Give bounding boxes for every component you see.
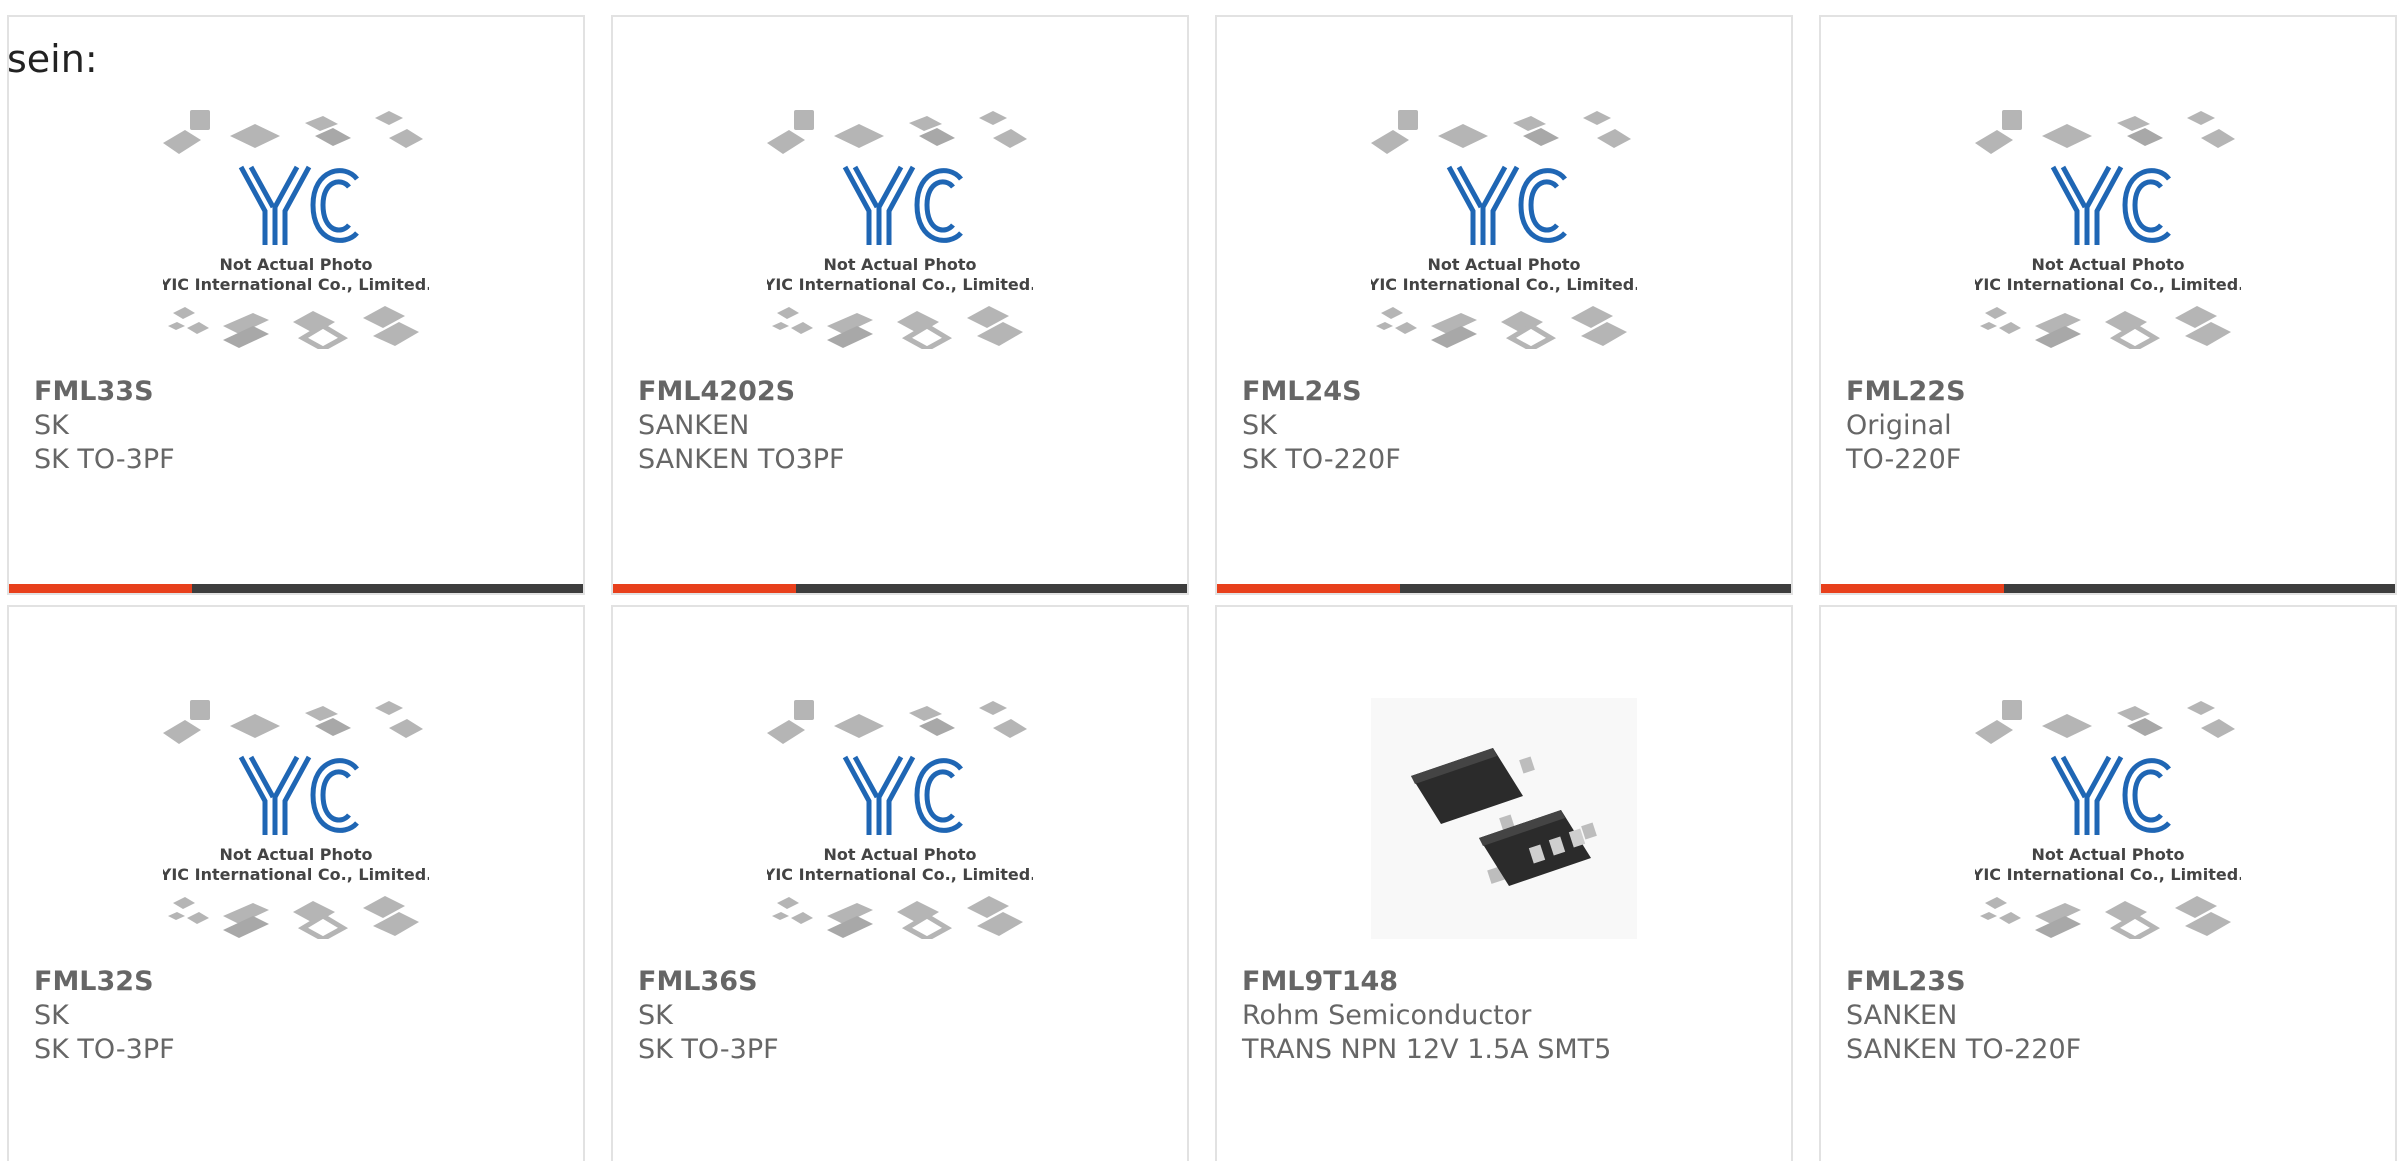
placeholder-line1: Not Actual Photo [823,255,976,274]
placeholder-line1: Not Actual Photo [1427,255,1580,274]
brand-name: SK [34,410,69,441]
placeholder-logo-icon: Not Actual Photo YIC International Co., … [767,700,1033,939]
placeholder-logo-icon: Not Actual Photo YIC International Co., … [1975,700,2241,939]
placeholder-line2: YIC International Co., Limited. [1371,275,1637,294]
placeholder-image[interactable]: Not Actual Photo YIC International Co., … [1975,698,2241,939]
product-card[interactable]: Not Actual Photo YIC International Co., … [7,15,585,595]
part-number[interactable]: FML9T148 [1242,965,1398,999]
brand-name: SK [1242,410,1277,441]
placeholder-line2: YIC International Co., Limited. [767,865,1033,884]
placeholder-line1: Not Actual Photo [219,255,372,274]
component-photo[interactable] [1371,698,1637,939]
card-accent-bar [613,584,796,593]
part-number[interactable]: FML22S [1846,375,1966,409]
placeholder-image[interactable]: Not Actual Photo YIC International Co., … [767,108,1033,349]
card-footer-bar [9,584,583,593]
placeholder-logo-icon: Not Actual Photo YIC International Co., … [163,700,429,939]
part-number[interactable]: FML33S [34,375,154,409]
product-card[interactable]: Not Actual Photo YIC International Co., … [1819,15,2397,595]
brand-name: SANKEN [1846,1000,1958,1031]
placeholder-line2: YIC International Co., Limited. [767,275,1033,294]
brand-name: SK [638,1000,673,1031]
placeholder-logo-icon: Not Actual Photo YIC International Co., … [1975,110,2241,349]
placeholder-logo-icon: Not Actual Photo YIC International Co., … [1371,110,1637,349]
card-footer-bar [1217,584,1791,593]
product-card[interactable]: Not Actual Photo YIC International Co., … [1215,15,1793,595]
part-description: SANKEN TO-220F [1846,1034,2082,1065]
part-description: SK TO-3PF [34,1034,175,1065]
placeholder-image[interactable]: Not Actual Photo YIC International Co., … [163,698,429,939]
placeholder-line2: YIC International Co., Limited. [1975,865,2241,884]
product-card[interactable]: FML9T148 Rohm Semiconductor TRANS NPN 12… [1215,605,1793,1161]
placeholder-line1: Not Actual Photo [823,845,976,864]
part-number[interactable]: FML36S [638,965,758,999]
card-accent-bar [1821,584,2004,593]
product-card[interactable]: Not Actual Photo YIC International Co., … [7,605,585,1161]
brand-name: Rohm Semiconductor [1242,1000,1532,1031]
card-accent-bar [1217,584,1400,593]
placeholder-logo-icon: Not Actual Photo YIC International Co., … [163,110,429,349]
placeholder-image[interactable]: Not Actual Photo YIC International Co., … [767,698,1033,939]
part-number[interactable]: FML23S [1846,965,1966,999]
placeholder-image[interactable]: Not Actual Photo YIC International Co., … [163,108,429,349]
part-description: SK TO-3PF [34,444,175,475]
part-description: SK TO-220F [1242,444,1401,475]
part-number[interactable]: FML4202S [638,375,795,409]
part-description: SANKEN TO3PF [638,444,845,475]
placeholder-line1: Not Actual Photo [219,845,372,864]
brand-name: SK [34,1000,69,1031]
placeholder-line2: YIC International Co., Limited. [1975,275,2241,294]
product-card[interactable]: Not Actual Photo YIC International Co., … [611,15,1189,595]
placeholder-line2: YIC International Co., Limited. [163,275,429,294]
placeholder-image[interactable]: Not Actual Photo YIC International Co., … [1371,108,1637,349]
part-description: SK TO-3PF [638,1034,779,1065]
lead-text: sein: [7,37,98,81]
part-number[interactable]: FML24S [1242,375,1362,409]
smt5-transistor-icon [1371,698,1637,939]
part-number[interactable]: FML32S [34,965,154,999]
part-description: TO-220F [1846,444,1962,475]
part-description: TRANS NPN 12V 1.5A SMT5 [1242,1034,1612,1065]
card-accent-bar [9,584,192,593]
card-footer-bar [1821,584,2395,593]
brand-name: Original [1846,410,1952,441]
product-card[interactable]: Not Actual Photo YIC International Co., … [611,605,1189,1161]
product-card[interactable]: Not Actual Photo YIC International Co., … [1819,605,2397,1161]
brand-name: SANKEN [638,410,750,441]
placeholder-image[interactable]: Not Actual Photo YIC International Co., … [1975,108,2241,349]
placeholder-line2: YIC International Co., Limited. [163,865,429,884]
placeholder-line1: Not Actual Photo [2031,845,2184,864]
placeholder-line1: Not Actual Photo [2031,255,2184,274]
card-footer-bar [613,584,1187,593]
placeholder-logo-icon: Not Actual Photo YIC International Co., … [767,110,1033,349]
product-grid-page: sein: Not Actual Photo YIC International… [0,0,2400,1161]
